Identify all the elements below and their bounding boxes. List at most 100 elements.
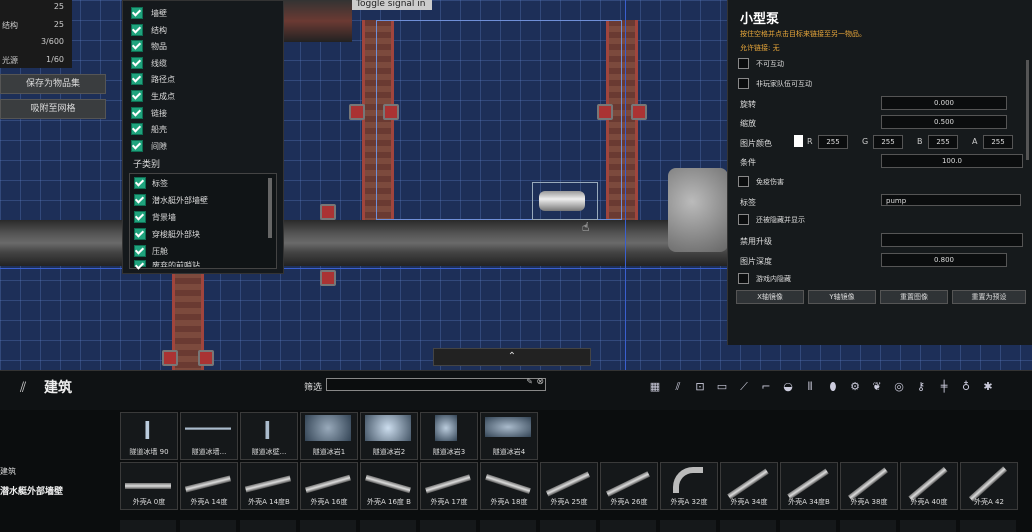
connection-node[interactable]: [383, 104, 399, 120]
subcategory-checkbox[interactable]: [134, 177, 146, 189]
pipe-icon[interactable]: ╪: [937, 380, 951, 394]
palette-tile[interactable]: 外壳A 25度: [540, 462, 598, 510]
snap-to-grid-button[interactable]: 吸附至网格: [0, 99, 106, 119]
color-swatch[interactable]: [794, 135, 803, 147]
palette-tile[interactable]: 隧道冰岩4: [480, 412, 538, 460]
properties-scrollbar[interactable]: [1026, 60, 1029, 160]
key-icon[interactable]: ⚷: [914, 380, 928, 394]
a-input[interactable]: 255: [983, 135, 1013, 149]
b-input[interactable]: 255: [928, 135, 958, 149]
hull-segment-art: [244, 475, 292, 493]
rotation-input[interactable]: 0.000: [881, 96, 1007, 110]
connection-node[interactable]: [320, 204, 336, 220]
palette-tile-label: 外壳A 26度: [610, 498, 648, 506]
plant-icon[interactable]: ❦: [870, 380, 884, 394]
subcategory-label: 背景墙: [152, 213, 176, 222]
target-icon[interactable]: ◎: [892, 380, 906, 394]
wire-icon[interactable]: ⟋: [737, 380, 751, 394]
capsule-icon[interactable]: ⬮: [826, 380, 840, 394]
disable-upgrade-input[interactable]: [881, 233, 1023, 247]
palette-tile[interactable]: 外壳A 18度: [480, 462, 538, 510]
palette-tile[interactable]: 隧道冰岩2: [360, 412, 418, 460]
machine-icon[interactable]: ⊡: [693, 380, 707, 394]
category-checkbox[interactable]: [131, 57, 143, 69]
category-checkbox[interactable]: [131, 73, 143, 85]
category-label: 路径点: [151, 75, 175, 84]
rock-wall[interactable]: [668, 168, 728, 252]
category-filter-panel: 墙壁 结构 物品 线缆 路径点 生成点 链接 船壳 间隙 子类别 标签 潜水艇外…: [122, 0, 284, 274]
scale-input[interactable]: 0.500: [881, 115, 1007, 129]
palette-tile[interactable]: 外壳A 17度: [420, 462, 478, 510]
save-item-assembly-button[interactable]: 保存为物品集: [0, 74, 106, 94]
hull-segment-art: [606, 471, 650, 497]
filter-input[interactable]: ✎ ⊗: [326, 377, 546, 391]
category-checkbox[interactable]: [131, 40, 143, 52]
palette-tile[interactable]: 外壳A 34度: [720, 462, 778, 510]
bottles-icon[interactable]: ⦀: [803, 380, 817, 394]
gear-icon[interactable]: ⚙: [848, 380, 862, 394]
subcategory-checkbox[interactable]: [134, 211, 146, 223]
top-pipe-stub[interactable]: [282, 0, 352, 42]
subcategory-checkbox[interactable]: [134, 245, 146, 257]
subcategory-scrollbar[interactable]: [268, 178, 272, 238]
palette-tile[interactable]: 隧道冰岩1: [300, 412, 358, 460]
mirror-x-button[interactable]: X轴镜像: [736, 290, 804, 304]
connection-node[interactable]: [198, 350, 214, 366]
category-checkbox[interactable]: [131, 140, 143, 152]
palette-tile[interactable]: 隧道冰墙...: [180, 412, 238, 460]
lamp-icon[interactable]: ♁: [959, 380, 973, 394]
palette-tile[interactable]: 外壳A 34度B: [780, 462, 838, 510]
hidden-ingame-checkbox[interactable]: [738, 273, 749, 284]
category-checkbox[interactable]: [131, 123, 143, 135]
palette-tile[interactable]: 隧道冰墙 90: [120, 412, 178, 460]
palette-tile[interactable]: 外壳A 38度: [840, 462, 898, 510]
connection-node[interactable]: [349, 104, 365, 120]
monitor-icon[interactable]: ▭: [715, 380, 729, 394]
category-checkbox[interactable]: [131, 7, 143, 19]
subcategory-checkbox[interactable]: [134, 194, 146, 206]
star-icon[interactable]: ✱: [981, 380, 995, 394]
grid-view-icon[interactable]: ▦: [648, 380, 662, 394]
weapon-icon[interactable]: ⌐: [759, 380, 773, 394]
invulnerable-checkbox[interactable]: [738, 176, 749, 187]
palette-tile[interactable]: 外壳A 14度B: [240, 462, 298, 510]
palette-tile[interactable]: 外壳A 40度: [900, 462, 958, 510]
diving-icon[interactable]: ◒: [781, 380, 795, 394]
palette-tile[interactable]: 隧道冰壁...: [240, 412, 298, 460]
subcategory-checkbox[interactable]: [134, 228, 146, 240]
connection-node[interactable]: [631, 104, 647, 120]
palette-tile[interactable]: 外壳A 16度 B: [360, 462, 418, 510]
clear-icon[interactable]: ⊗: [536, 377, 544, 387]
palette-tile[interactable]: 外壳A 16度: [300, 462, 358, 510]
palette-tile[interactable]: 外壳A 32度: [660, 462, 718, 510]
connection-node[interactable]: [597, 104, 613, 120]
reset-sprite-button[interactable]: 重置图像: [880, 290, 948, 304]
category-checkbox[interactable]: [131, 107, 143, 119]
category-checkbox[interactable]: [131, 24, 143, 36]
palette-tile[interactable]: 外壳A 42: [960, 462, 1018, 510]
subcategory-list[interactable]: 标签 潜水艇外部墙壁 背景墙 穿梭艇外部块 压舱 废弃的前哨站: [129, 173, 277, 269]
hidden-checkbox[interactable]: [738, 214, 749, 225]
palette-tile[interactable]: 外壳A 26度: [600, 462, 658, 510]
connection-node[interactable]: [320, 270, 336, 286]
structure-icon[interactable]: ⫽: [671, 380, 685, 394]
connection-node[interactable]: [162, 350, 178, 366]
palette-tile[interactable]: 外壳A 0度: [120, 462, 178, 510]
g-input[interactable]: 255: [873, 135, 903, 149]
palette-tile[interactable]: 外壳A 14度: [180, 462, 238, 510]
category-checkbox[interactable]: [131, 90, 143, 102]
sprite-depth-input[interactable]: 0.800: [881, 253, 1007, 267]
subcategory-checkbox[interactable]: [134, 260, 146, 267]
collapse-toggle-button[interactable]: ⌃: [433, 348, 591, 366]
player-team-interact-checkbox[interactable]: [738, 78, 749, 89]
non-interactable-checkbox[interactable]: [738, 58, 749, 69]
horizontal-pipe[interactable]: [0, 220, 740, 266]
r-input[interactable]: 255: [818, 135, 848, 149]
tags-input[interactable]: pump: [881, 194, 1021, 206]
palette-tile[interactable]: 隧道冰岩3: [420, 412, 478, 460]
condition-input[interactable]: 100.0: [881, 154, 1023, 168]
mirror-y-button[interactable]: Y轴镜像: [808, 290, 876, 304]
reset-default-button[interactable]: 重置为预设: [952, 290, 1026, 304]
non-interactable-label: 不可互动: [756, 60, 784, 68]
small-pump[interactable]: [532, 182, 598, 220]
